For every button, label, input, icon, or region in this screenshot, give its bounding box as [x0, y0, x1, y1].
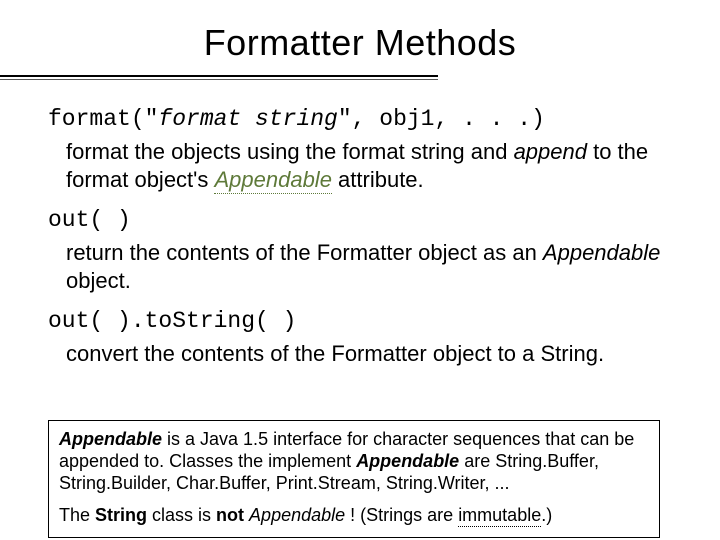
sig-format-string: format string — [158, 106, 337, 132]
method-signature-tostring: out( ).toString( ) — [48, 308, 680, 334]
note-text: The — [59, 505, 95, 525]
desc-text: return the contents of the Formatter obj… — [66, 240, 543, 265]
term-string: String — [95, 505, 147, 525]
desc-text: format the objects using the format stri… — [66, 139, 514, 164]
note-box: Appendable is a Java 1.5 interface for c… — [48, 420, 660, 538]
note-text: .) — [541, 505, 552, 525]
slide: Formatter Methods format("format string"… — [0, 0, 720, 540]
sig-text: format(" — [48, 106, 158, 132]
term-appendable: Appendable — [59, 429, 162, 449]
slide-title: Formatter Methods — [204, 22, 517, 63]
slide-body: format("format string", obj1, . . .) for… — [48, 100, 680, 382]
method-desc-format: format the objects using the format stri… — [66, 138, 680, 193]
title-rule — [0, 75, 438, 77]
method-desc-tostring: convert the contents of the Formatter ob… — [66, 340, 680, 368]
method-signature-format: format("format string", obj1, . . .) — [48, 106, 680, 132]
sig-text: ", obj1, . . .) — [338, 106, 545, 132]
note-text: ! (Strings are — [345, 505, 458, 525]
note-paragraph-1: Appendable is a Java 1.5 interface for c… — [59, 429, 649, 495]
desc-text: attribute. — [332, 167, 424, 192]
desc-text: object. — [66, 268, 131, 293]
title-rule-thin — [0, 79, 438, 80]
note-text: class is — [147, 505, 216, 525]
note-paragraph-2: The String class is not Appendable ! (St… — [59, 505, 649, 527]
term-appendable: Appendable — [214, 167, 331, 194]
title-wrap: Formatter Methods — [0, 22, 720, 64]
method-signature-out: out( ) — [48, 207, 680, 233]
term-not: not — [216, 505, 244, 525]
term-appendable: Appendable — [356, 451, 459, 471]
method-desc-out: return the contents of the Formatter obj… — [66, 239, 680, 294]
term-appendable: Appendable — [543, 240, 660, 265]
term-immutable: immutable — [458, 505, 541, 527]
term-appendable: Appendable — [249, 505, 345, 525]
desc-append: append — [514, 139, 587, 164]
